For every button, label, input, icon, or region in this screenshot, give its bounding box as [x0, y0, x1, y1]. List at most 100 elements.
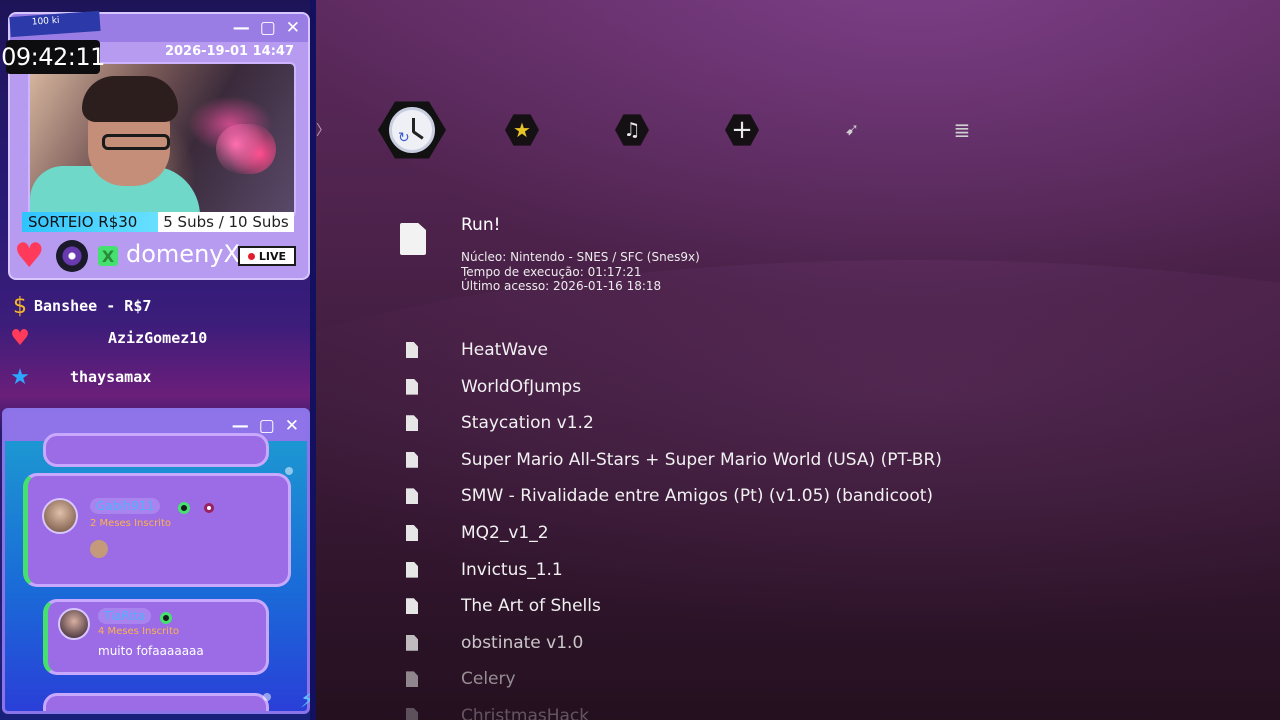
disc-icon: [56, 240, 88, 272]
alert-item: ♥ AzizGomez10: [6, 324, 207, 352]
stream-overlay: — ▢ ✕ 2026-19-01 14:47 SORTEIO R$30 5 Su…: [0, 0, 316, 720]
window-controls: — ▢ ✕: [233, 18, 300, 38]
file-icon: [400, 223, 426, 255]
list-item[interactable]: Celery: [400, 661, 516, 697]
streamer-glasses: [102, 134, 170, 150]
lightning-icon: ⚡: [300, 688, 316, 713]
sub-months-label: 2 Meses Inscrito: [90, 518, 171, 529]
chat-message-partial: [43, 693, 269, 711]
minimize-icon: —: [232, 18, 250, 38]
list-item-label: HeatWave: [461, 340, 548, 360]
selected-entry-title: Run!: [461, 215, 501, 235]
list-item[interactable]: Super Mario All-Stars + Super Mario Worl…: [400, 442, 942, 478]
maximize-icon: ▢: [258, 416, 275, 436]
brand-row: ♥ X domenyX LIVE: [12, 236, 298, 276]
decoration-dot: [263, 693, 271, 701]
background-decoration: [216, 124, 276, 174]
selected-entry-details: Núcleo: Nintendo - SNES / SFC (Snes9x) T…: [461, 250, 700, 294]
live-dot-icon: [247, 252, 255, 260]
core-label: Núcleo: Nintendo - SNES / SFC (Snes9x): [461, 250, 700, 264]
clock-display: 09:42:11: [1, 40, 105, 74]
list-item[interactable]: SMW - Rivalidade entre Amigos (Pt) (v1.0…: [400, 478, 933, 514]
list-item-label: Celery: [461, 669, 516, 690]
alert-text: Banshee - R$7: [34, 297, 152, 315]
history-tab-hex: ↻: [378, 101, 446, 159]
dollar-icon: $: [13, 293, 27, 319]
list-item-label: Super Mario All-Stars + Super Mario Worl…: [461, 449, 942, 470]
music-tab[interactable]: ♫: [612, 110, 652, 150]
chat-message: Gabih911 2 Meses Inscrito: [23, 473, 291, 587]
chat-message: TiaRita 4 Meses Inscrito muito fofaaaaaa…: [43, 599, 269, 675]
file-icon: [406, 378, 418, 395]
list-item-label: MQ2_v1_2: [461, 523, 549, 543]
file-icon: [406, 598, 418, 615]
list-item[interactable]: HeatWave: [400, 332, 548, 368]
avatar: [42, 498, 78, 534]
file-icon: [406, 342, 418, 358]
webcam-timestamp: 2026-19-01 14:47: [164, 44, 294, 59]
subscriber-badge-icon: [160, 612, 172, 624]
webcam-feed: [28, 62, 296, 218]
star-icon: ★: [505, 114, 539, 146]
sub-months-label: 4 Meses Inscrito: [98, 626, 179, 637]
list-item-label: ChristmasHack: [461, 706, 590, 720]
file-icon: [406, 525, 418, 541]
runtime-label: Tempo de execução: 01:17:21: [461, 264, 642, 279]
favorites-tab[interactable]: ★: [502, 110, 542, 150]
plus-icon: +: [725, 114, 759, 146]
file-icon: [406, 708, 418, 720]
rocket-icon: ➹: [844, 120, 860, 140]
alert-item: $ Banshee - R$7: [6, 292, 151, 320]
list-item-label: SMW - Rivalidade entre Amigos (Pt) (v1.0…: [461, 486, 934, 507]
chat-username: Gabih911: [90, 498, 161, 514]
avatar: [58, 608, 90, 640]
live-badge: LIVE: [238, 246, 296, 266]
heart-icon: ♥: [10, 325, 30, 351]
chat-username: TiaRita: [98, 608, 152, 624]
star-glyph: ★: [513, 118, 531, 142]
list-item-label: obstinate v1.0: [461, 632, 584, 653]
file-icon: [406, 561, 418, 578]
decoration-dot: [285, 467, 293, 475]
netplay-tab[interactable]: ➹: [832, 110, 872, 150]
file-icon: [406, 451, 418, 468]
maximize-icon: ▢: [259, 18, 276, 38]
alert-text: thaysamax: [70, 368, 152, 386]
list-item-label: WorldOfJumps: [461, 376, 582, 397]
subscriber-badge-icon: [178, 502, 190, 514]
list-item[interactable]: WorldOfJumps: [400, 369, 581, 405]
clock-icon: ↻: [389, 107, 435, 153]
music-icon: ♫: [615, 114, 649, 146]
add-tab[interactable]: +: [722, 110, 762, 150]
chat-message-text: muito fofaaaaaaa: [98, 644, 204, 658]
close-icon: ✕: [285, 18, 300, 38]
emote-icon: [90, 540, 108, 558]
list-item[interactable]: The Art of Shells: [400, 588, 601, 624]
file-icon: [406, 671, 418, 688]
heart-icon: ♥: [14, 236, 45, 276]
database-tab[interactable]: ≣: [942, 110, 982, 150]
file-icon: [406, 488, 418, 505]
giveaway-bar: SORTEIO R$30 5 Subs / 10 Subs: [22, 212, 294, 232]
xmb-menu: 〉 ↻ ★ ♫ + ➹ ≣ Run! Núcleo: Nintendo - SN…: [316, 0, 1280, 720]
list-item[interactable]: Staycation v1.2: [400, 405, 594, 441]
alert-item: ★ thaysamax: [6, 363, 151, 391]
music-glyph: ♫: [623, 119, 641, 141]
star-icon: ★: [10, 364, 30, 390]
last-played-label: Último acesso: 2026-01-16 18:18: [461, 279, 662, 294]
list-item[interactable]: ChristmasHack: [400, 698, 589, 720]
category-tab-bar: ↻ ★ ♫ + ➹ ≣: [378, 96, 1078, 164]
chat-window: — ▢ ✕ Gabih911 2 Meses Inscrito TiaRita …: [2, 408, 310, 714]
live-label: LIVE: [258, 249, 287, 263]
list-item-label: The Art of Shells: [461, 596, 601, 617]
sub-goal-label: 5 Subs / 10 Subs: [158, 212, 294, 232]
plus-glyph: +: [731, 115, 753, 145]
list-item[interactable]: MQ2_v1_2: [400, 515, 549, 551]
list-item[interactable]: obstinate v1.0: [400, 625, 583, 661]
file-icon: [406, 415, 418, 432]
history-tab[interactable]: ↻: [378, 96, 446, 164]
alert-text: AzizGomez10: [108, 329, 208, 347]
close-icon: ✕: [284, 416, 299, 436]
chevron-left-icon[interactable]: 〉: [316, 120, 330, 140]
list-item[interactable]: Invictus_1.1: [400, 552, 563, 588]
